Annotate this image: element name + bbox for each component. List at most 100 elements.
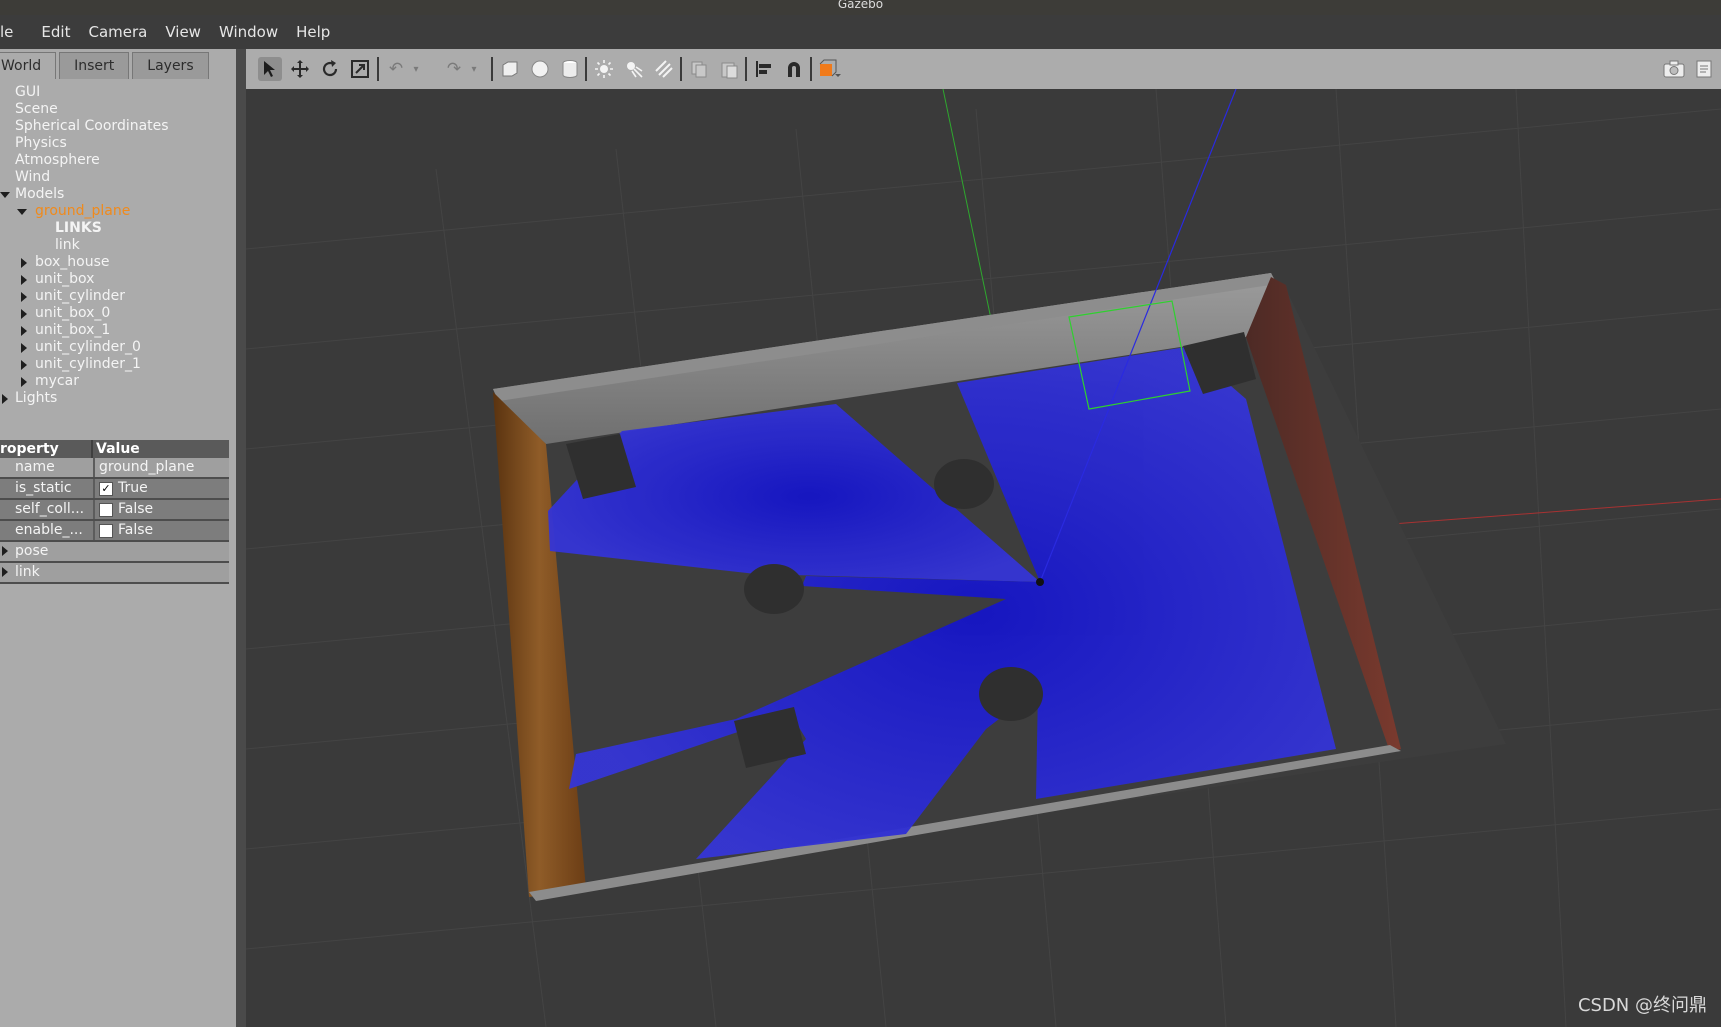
tree-item-model-label: mycar	[35, 373, 79, 389]
left-panel-tabs: World Insert Layers	[0, 52, 212, 80]
watermark-text: CSDN @终问鼎	[1577, 995, 1707, 1016]
panel-splitter[interactable]	[236, 49, 246, 1027]
redo-dropdown-icon[interactable]: ▾	[462, 57, 486, 81]
property-value[interactable]: ✓ True	[95, 479, 229, 498]
property-value[interactable]: False	[95, 521, 229, 540]
collapsed-arrow-icon[interactable]	[21, 377, 27, 387]
view-angle-icon[interactable]	[818, 57, 842, 81]
tree-item-model[interactable]: unit_cylinder_0	[0, 339, 232, 356]
collapsed-arrow-icon[interactable]	[21, 292, 27, 302]
translate-mode-icon[interactable]	[288, 57, 312, 81]
tree-item-model[interactable]: mycar	[0, 373, 232, 390]
scene-viewport[interactable]: CSDN @终问鼎	[246, 89, 1721, 1027]
expanded-arrow-icon[interactable]	[17, 209, 27, 215]
sphere-shape-icon[interactable]	[528, 57, 552, 81]
property-table: roperty Value name ground_plane is_stati…	[0, 440, 229, 584]
property-row: enable_... False	[0, 521, 229, 542]
camera-screenshot-icon[interactable]	[1662, 57, 1686, 81]
collapsed-arrow-icon[interactable]	[21, 360, 27, 370]
property-value[interactable]: ground_plane	[95, 458, 229, 477]
collapsed-arrow-icon[interactable]	[2, 567, 8, 577]
box-shape-icon[interactable]	[498, 57, 522, 81]
tab-world[interactable]: World	[0, 52, 57, 79]
menu-window[interactable]: Window	[219, 23, 278, 41]
tree-item-lights-label: Lights	[15, 390, 58, 406]
checkbox-checked-icon[interactable]: ✓	[99, 481, 113, 496]
tab-layers[interactable]: Layers	[132, 52, 209, 79]
property-group-link[interactable]: link	[0, 563, 229, 584]
tree-item-model[interactable]: unit_cylinder_1	[0, 356, 232, 373]
toolbar-separator	[377, 57, 379, 81]
scale-mode-icon[interactable]	[348, 57, 372, 81]
property-row: name ground_plane	[0, 458, 229, 479]
menu-help[interactable]: Help	[296, 23, 330, 41]
property-row: is_static ✓ True	[0, 479, 229, 500]
property-key: name	[0, 458, 95, 477]
tree-item-model[interactable]: unit_box	[0, 271, 232, 288]
collapsed-arrow-icon[interactable]	[2, 546, 8, 556]
value-column-header: Value	[96, 441, 140, 457]
tree-item-model[interactable]: box_house	[0, 254, 232, 271]
directional-light-icon[interactable]	[652, 57, 676, 81]
menu-camera[interactable]: Camera	[88, 23, 147, 41]
tree-item-model[interactable]: unit_box_0	[0, 305, 232, 322]
collapsed-arrow-icon[interactable]	[21, 309, 27, 319]
collapsed-arrow-icon[interactable]	[21, 326, 27, 336]
tree-item-wind[interactable]: Wind	[0, 169, 232, 186]
property-group-pose[interactable]: pose	[0, 542, 229, 563]
toolbar: ↶ ▾ ↷ ▾	[246, 49, 1721, 89]
menu-edit[interactable]: Edit	[41, 23, 70, 41]
window-title: Gazebo	[837, 0, 884, 11]
tree-item-atmosphere[interactable]: Atmosphere	[0, 152, 232, 169]
tree-item-spherical-coordinates[interactable]: Spherical Coordinates	[0, 118, 232, 135]
tree-item-model[interactable]: unit_cylinder	[0, 288, 232, 305]
menu-view[interactable]: View	[165, 23, 201, 41]
collapsed-arrow-icon[interactable]	[21, 258, 27, 268]
expanded-arrow-icon[interactable]	[0, 192, 10, 198]
collapsed-arrow-icon[interactable]	[2, 394, 8, 404]
spot-light-icon[interactable]	[622, 57, 646, 81]
robot-car	[1036, 578, 1044, 586]
checkbox-unchecked-icon[interactable]	[99, 523, 113, 538]
snap-magnet-icon[interactable]	[782, 57, 806, 81]
menu-bar: le Edit Camera View Window Help	[0, 15, 1721, 49]
tree-item-links-header: LINKS	[55, 220, 102, 236]
property-row: self_coll... False	[0, 500, 229, 521]
menu-file[interactable]: le	[0, 23, 13, 41]
checkbox-unchecked-icon[interactable]	[99, 502, 113, 517]
tree-item-models[interactable]: Models	[0, 186, 232, 203]
paste-icon[interactable]	[717, 57, 741, 81]
property-table-header: roperty Value	[0, 440, 229, 458]
toolbar-separator	[810, 57, 812, 81]
tree-item-link[interactable]: link	[0, 237, 232, 254]
select-mode-icon[interactable]	[258, 57, 282, 81]
tree-item-model-label: box_house	[35, 254, 110, 270]
align-icon[interactable]	[752, 57, 776, 81]
undo-dropdown-icon[interactable]: ▾	[404, 57, 428, 81]
tree-item-scene[interactable]: Scene	[0, 101, 232, 118]
window-title-bar: Gazebo	[0, 0, 1721, 15]
rotate-mode-icon[interactable]	[318, 57, 342, 81]
world-tree: GUI Scene Spherical Coordinates Physics …	[0, 84, 232, 407]
collapsed-arrow-icon[interactable]	[21, 275, 27, 285]
tree-item-gui[interactable]: GUI	[0, 84, 232, 101]
tree-item-physics[interactable]: Physics	[0, 135, 232, 152]
tree-item-lights[interactable]: Lights	[0, 390, 232, 407]
tree-item-ground-plane[interactable]: ground_plane	[0, 203, 232, 220]
tree-item-model-label: unit_box_1	[35, 322, 111, 338]
property-value-text: ground_plane	[99, 459, 195, 475]
property-key: self_coll...	[0, 500, 95, 519]
collapsed-arrow-icon[interactable]	[21, 343, 27, 353]
property-value-text: False	[118, 522, 154, 538]
tree-item-model-label: unit_cylinder_1	[35, 356, 141, 372]
tree-item-model[interactable]: unit_box_1	[0, 322, 232, 339]
copy-icon[interactable]	[687, 57, 711, 81]
property-group-label: link	[15, 564, 40, 580]
tree-item-model-label: unit_box_0	[35, 305, 111, 321]
property-value[interactable]: False	[95, 500, 229, 519]
toolbar-separator	[680, 57, 682, 81]
log-recording-icon[interactable]	[1692, 57, 1716, 81]
point-light-icon[interactable]	[592, 57, 616, 81]
cylinder-shape-icon[interactable]	[558, 57, 582, 81]
tab-insert[interactable]: Insert	[59, 52, 130, 79]
